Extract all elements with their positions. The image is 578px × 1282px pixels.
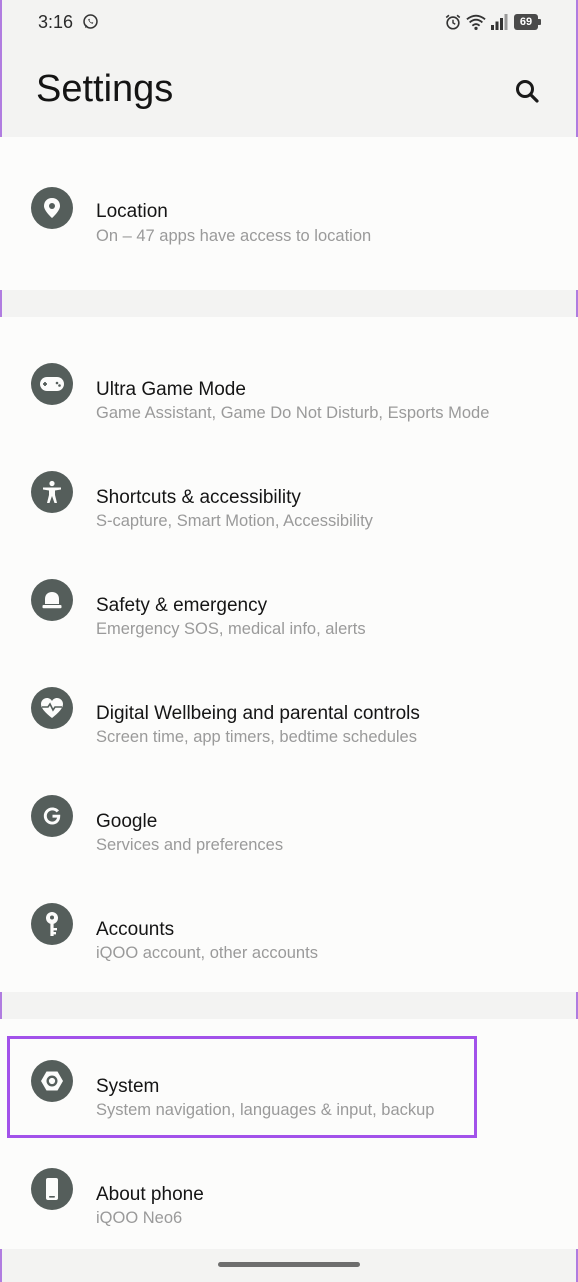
settings-item-shortcuts-accessibility[interactable]: Shortcuts & accessibility S-capture, Sma…	[0, 440, 578, 540]
status-bar: 3:16 69	[0, 0, 578, 46]
settings-item-subtitle: Services and preferences	[96, 836, 284, 854]
heart-icon	[31, 687, 73, 729]
location-pin-icon	[31, 187, 73, 229]
settings-item-title: Digital Wellbeing and parental controls	[96, 703, 420, 724]
battery-level: 69	[514, 14, 538, 30]
battery-icon: 69	[514, 14, 542, 30]
settings-item-subtitle: iQOO account, other accounts	[96, 944, 318, 962]
settings-item-title: Safety & emergency	[96, 595, 268, 616]
settings-item-subtitle: S-capture, Smart Motion, Accessibility	[96, 512, 373, 530]
whatsapp-icon	[83, 14, 98, 29]
settings-item-ultra-game-mode[interactable]: Ultra Game Mode Game Assistant, Game Do …	[0, 332, 578, 432]
emergency-light-icon	[31, 579, 73, 621]
settings-item-title: Accounts	[96, 919, 175, 940]
settings-item-location[interactable]: Location On – 47 apps have access to loc…	[0, 158, 578, 258]
settings-group-1: Location On – 47 apps have access to loc…	[0, 137, 578, 290]
settings-item-title: Google	[96, 811, 158, 832]
settings-item-subtitle: Emergency SOS, medical info, alerts	[96, 620, 366, 638]
settings-item-title: Ultra Game Mode	[96, 379, 246, 400]
home-indicator[interactable]	[218, 1262, 360, 1267]
settings-item-subtitle: iQOO Neo6	[96, 1209, 183, 1227]
google-icon	[31, 795, 73, 837]
alarm-icon	[445, 14, 461, 30]
settings-item-safety-emergency[interactable]: Safety & emergency Emergency SOS, medica…	[0, 548, 578, 648]
settings-item-about-phone[interactable]: About phone iQOO Neo6	[0, 1135, 578, 1235]
key-icon	[31, 903, 73, 945]
settings-item-accounts[interactable]: Accounts iQOO account, other accounts	[0, 872, 578, 972]
signal-icon	[491, 14, 508, 30]
status-time: 3:16	[38, 12, 74, 32]
search-icon	[516, 80, 539, 103]
battery-tip	[538, 19, 541, 25]
settings-item-title: Location	[96, 201, 168, 222]
settings-item-subtitle: Game Assistant, Game Do Not Disturb, Esp…	[96, 404, 490, 422]
wifi-icon	[466, 14, 486, 30]
settings-item-google[interactable]: Google Services and preferences	[0, 764, 578, 864]
system-highlight-box	[7, 1036, 477, 1138]
settings-group-2: Ultra Game Mode Game Assistant, Game Do …	[0, 317, 578, 992]
page-title: Settings	[36, 68, 174, 110]
accessibility-icon	[31, 471, 73, 513]
settings-item-title: Shortcuts & accessibility	[96, 487, 301, 508]
phone-icon	[31, 1168, 73, 1210]
settings-item-digital-wellbeing[interactable]: Digital Wellbeing and parental controls …	[0, 656, 578, 756]
settings-item-subtitle: On – 47 apps have access to location	[96, 227, 372, 245]
settings-item-subtitle: Screen time, app timers, bedtime schedul…	[96, 728, 417, 746]
settings-item-title: About phone	[96, 1184, 204, 1205]
search-button[interactable]	[506, 70, 548, 112]
gamepad-icon	[31, 363, 73, 405]
